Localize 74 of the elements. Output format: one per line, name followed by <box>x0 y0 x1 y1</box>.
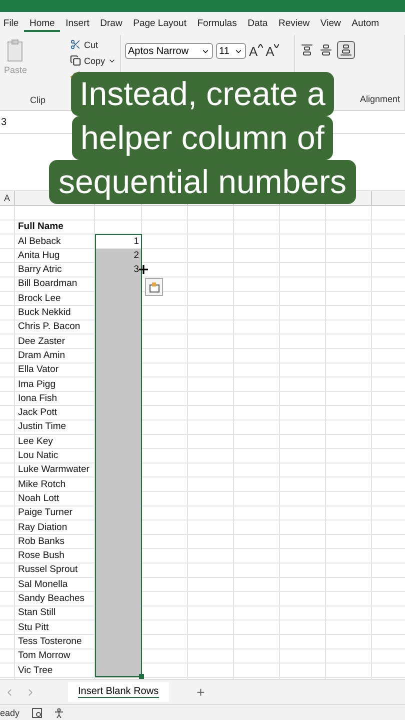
table-cell-text: Buck Nekkid <box>17 306 72 320</box>
caret-down-icon <box>274 44 280 48</box>
table-cell-text: Stan Still <box>17 606 56 620</box>
table-cell-text: Iona Fish <box>17 392 58 406</box>
add-sheet-button[interactable]: + <box>196 684 205 700</box>
table-cell-text: Brock Lee <box>17 292 62 306</box>
increase-font-button[interactable]: A <box>249 44 263 58</box>
table-cell-text: Sal Monella <box>17 578 69 592</box>
caption-text: sequential numbers <box>49 160 356 204</box>
table-cell-text: Rob Banks <box>17 534 66 549</box>
table-cell-text: Noah Lott <box>17 492 60 506</box>
decrease-font-button[interactable]: A <box>266 44 280 58</box>
ribbon-tab[interactable]: View <box>315 15 346 32</box>
scissors-icon <box>70 39 81 50</box>
ribbon-tab[interactable]: Draw <box>94 15 128 32</box>
table-cell-text: Mike Rotch <box>17 478 67 492</box>
table-cell: 3 <box>95 263 142 278</box>
table-cell-text: Ray Diation <box>17 520 68 535</box>
quick-analysis-icon[interactable] <box>145 278 163 296</box>
ribbon-tab[interactable]: Page Layout <box>128 15 192 32</box>
table-cell: 2 <box>95 248 142 264</box>
table-cell-text: Al Beback <box>17 234 62 249</box>
table-cell-text: Rose Bush <box>17 549 66 564</box>
table-cell-text: Vic Tree <box>17 664 54 678</box>
table-cell-text: 1 <box>132 234 140 249</box>
align-button[interactable] <box>318 42 334 58</box>
table-cell-text: Stu Pitt <box>17 620 50 635</box>
caret-up-icon <box>258 44 263 48</box>
table-cell-text: Dram Amin <box>17 348 66 363</box>
table-cell-text: Justin Time <box>17 420 68 434</box>
table-cell-text: Tom Morrow <box>17 649 72 664</box>
group-label: Clip <box>30 95 46 105</box>
caption-text: Instead, create a <box>70 72 334 116</box>
ribbon-tab[interactable]: Data <box>242 15 274 32</box>
name-box[interactable]: 3 <box>0 116 7 128</box>
accessibility-icon[interactable] <box>54 708 64 718</box>
copy-button[interactable]: Copy <box>70 55 116 66</box>
table-cell-text: Ima Pigg <box>17 378 56 392</box>
table-cell-text: Paige Turner <box>17 506 74 520</box>
table-cell-text: Jack Pott <box>17 406 58 420</box>
clipboard-icon <box>6 39 26 63</box>
table-cell-text: Luke Warmwater <box>17 463 90 478</box>
font-size-dropdown[interactable]: 11 <box>216 43 246 59</box>
group-label: Alignment <box>360 94 400 104</box>
caption-text: helper column of <box>72 116 334 160</box>
table-cell-text: Barry Atric <box>17 263 63 278</box>
table-cell-text: Russel Sprout <box>17 563 79 578</box>
sheet-settings-icon[interactable] <box>32 708 42 718</box>
status-text: eady <box>0 708 20 718</box>
table-cell-text: Tess Tosterone <box>17 634 83 649</box>
ribbon-tab[interactable]: File <box>0 15 24 32</box>
table-cell-text: Lee Key <box>17 434 54 449</box>
ribbon-tab[interactable]: Home <box>24 15 60 32</box>
table-cell-text: Full Name <box>17 220 64 234</box>
table-cell-text: Lou Natic <box>17 449 60 464</box>
ribbon-tab[interactable]: Review <box>273 15 316 32</box>
fill-handle[interactable] <box>139 674 144 679</box>
align-button[interactable] <box>299 42 315 58</box>
column-header[interactable]: A <box>0 191 15 205</box>
ribbon-tab[interactable]: Formulas <box>192 15 242 32</box>
sheet-tab[interactable]: Insert Blank Rows <box>68 682 169 702</box>
table-cell-text: Sandy Beaches <box>17 592 86 606</box>
table-cell-text: Dee Zaster <box>17 334 66 349</box>
font-name-dropdown[interactable]: Aptos Narrow <box>125 43 213 59</box>
crosshair-cursor-icon <box>139 265 148 274</box>
copy-icon <box>70 55 81 66</box>
table-cell-text: Anita Hug <box>17 248 61 263</box>
table-cell-text: Bill Boardman <box>17 277 78 292</box>
table-cell-text: Ella Vator <box>17 363 60 378</box>
cut-button[interactable]: Cut <box>70 39 116 50</box>
table-cell-text: Chris P. Bacon <box>17 320 82 334</box>
ribbon-tab[interactable]: Autom <box>346 15 384 32</box>
ribbon-tab[interactable]: Insert <box>60 15 95 32</box>
align-button[interactable] <box>337 41 355 59</box>
